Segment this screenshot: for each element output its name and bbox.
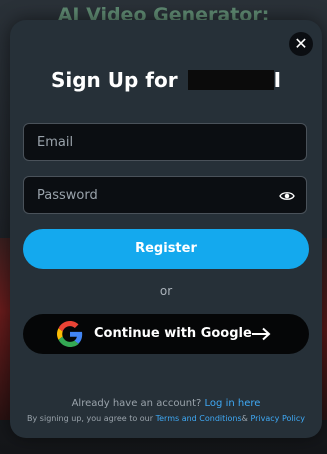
close-button[interactable]: ✕ [289,32,313,56]
modal-title-prefix: Sign Up for [50,68,178,92]
login-prompt-text: Already have an account? [71,398,202,409]
background-image-left [0,238,10,420]
privacy-policy-link[interactable]: Privacy Policy [250,414,305,423]
password-field[interactable] [24,177,306,213]
modal-title: Sign Up for I [10,68,322,92]
continue-with-google-button[interactable]: Continue with Google [23,314,309,354]
login-prompt: Already have an account? Log in here [10,398,322,409]
terms-prefix: By signing up, you agree to our [27,414,154,423]
register-button[interactable]: Register [23,229,309,269]
google-button-label: Continue with Google [94,326,252,341]
arrow-right-icon [252,327,271,341]
signup-modal: ✕ Sign Up for I Register or Cont [10,20,322,438]
password-field-wrapper [23,176,307,214]
modal-title-suffix: I [273,68,282,92]
page: AI Video Generator: ✕ Sign Up for I Regi… [0,0,327,454]
close-icon: ✕ [294,34,308,53]
or-divider: or [159,284,173,298]
terms-link[interactable]: Terms and Conditions [156,414,242,423]
login-link[interactable]: Log in here [205,398,261,409]
email-field[interactable] [24,124,306,160]
terms-notice: By signing up, you agree to our Terms an… [10,414,322,423]
google-icon [57,321,83,347]
terms-joiner: & [241,414,248,423]
redacted-brand-name [187,70,274,90]
email-field-wrapper [23,123,307,161]
eye-icon[interactable] [279,188,295,204]
